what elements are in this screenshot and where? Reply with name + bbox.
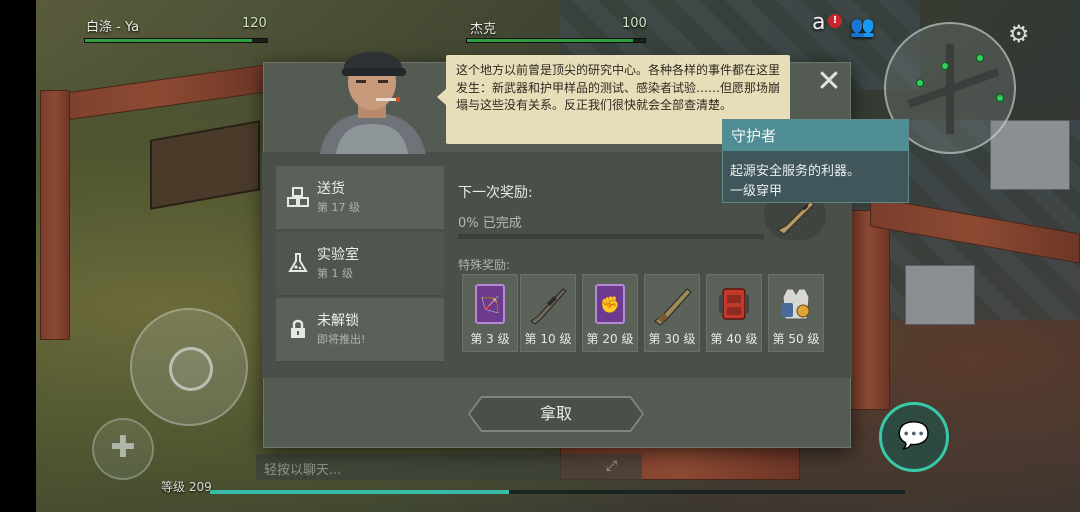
teammate-hp-value: 100 [622,16,647,31]
heal-button[interactable]: ✚ [92,418,154,480]
brick-wall [40,90,70,340]
reward-card[interactable]: 第 10 级 [520,274,576,352]
red-backpack-icon [711,279,757,329]
tab-locked[interactable]: 未解锁 即将推出! [276,298,444,362]
tooltip-title: 守护者 [723,120,908,151]
tab-label: 实验室 [317,247,359,263]
boxes-icon [286,186,310,210]
reward-card[interactable]: 第 40 级 [706,274,762,352]
minimap-marker [976,54,984,62]
chat-button[interactable]: 💬 [879,402,949,472]
left-black-bar [0,0,36,512]
reward-level: 第 20 级 [586,332,634,346]
player-hp-fill [85,39,253,42]
reward-card[interactable]: 第 30 级 [644,274,700,352]
minimap-road [946,44,954,134]
next-reward-label: 下一次奖励: [458,185,533,201]
tab-sublabel: 第 17 级 [317,201,360,214]
reward-level: 第 10 级 [524,332,572,346]
armor-vest-icon [773,279,819,329]
tab-label: 送货 [317,181,345,197]
reward-level: 第 40 级 [710,332,758,346]
reward-level: 第 30 级 [648,332,696,346]
tab-label: 未解锁 [317,313,359,329]
teammate-hp-bar [466,38,646,43]
tab-sublabel: 即将推出! [317,333,366,346]
movement-joystick[interactable] [130,308,248,426]
player-name: 白涤 - Ya [86,20,140,35]
tab-laboratory[interactable]: 实验室 第 1 级 [276,232,444,296]
teammate-name: 杰克 [470,22,497,37]
expand-icon[interactable]: ⤢ [606,458,617,474]
xp-fill [210,490,509,494]
brick-wall [40,63,270,125]
shelf [990,120,1070,190]
tooltip-stat: 一级穿甲 [730,184,783,199]
reward-level: 第 50 级 [772,332,820,346]
reward-card[interactable]: 🏹 第 3 级 [462,274,518,352]
teammate-hp-fill [467,39,633,42]
brick-wall [850,210,890,410]
take-button[interactable]: 拿取 [470,398,642,430]
minimap-marker [916,79,924,87]
joystick-knob[interactable] [169,347,213,391]
friends-icon[interactable]: 👥 [850,14,875,38]
reward-card[interactable]: 第 50 级 [768,274,824,352]
close-button[interactable]: ✕ [814,67,844,98]
minimap-marker [996,94,1004,102]
xp-bar [210,490,905,494]
tooltip-description: 起源安全服务的利器。 [730,164,861,179]
player-level: 等级 209 [161,480,212,494]
minimap-marker [941,62,949,70]
shotgun-icon [649,279,695,329]
shelf [905,265,975,325]
player-hp-bar [84,38,268,43]
sniper-rifle-icon [525,279,571,329]
alert-badge: ! [828,14,842,28]
purple-card-icon: ✊ [587,279,633,329]
tab-sublabel: 第 1 级 [317,267,353,280]
reward-card[interactable]: ✊ 第 20 级 [582,274,638,352]
tab-delivery[interactable]: 送货 第 17 级 [276,166,444,230]
special-reward-label: 特殊奖励: [458,258,511,272]
progress-text: 0% 已完成 [458,216,522,231]
reward-progress-bar [458,234,764,239]
npc-portrait [306,36,438,154]
item-tooltip: 守护者 起源安全服务的利器。 一级穿甲 [722,119,909,203]
chat-input[interactable]: 轻按以聊天... [256,454,642,480]
achievement-icon[interactable]: a [812,10,825,35]
lock-icon [286,318,310,342]
purple-card-icon: 🏹 [467,279,513,329]
reward-level: 第 3 级 [470,332,510,346]
crate [150,120,260,210]
gear-icon[interactable]: ⚙ [1008,20,1030,48]
player-hp-value: 120 [242,16,267,31]
flask-icon [286,252,310,276]
